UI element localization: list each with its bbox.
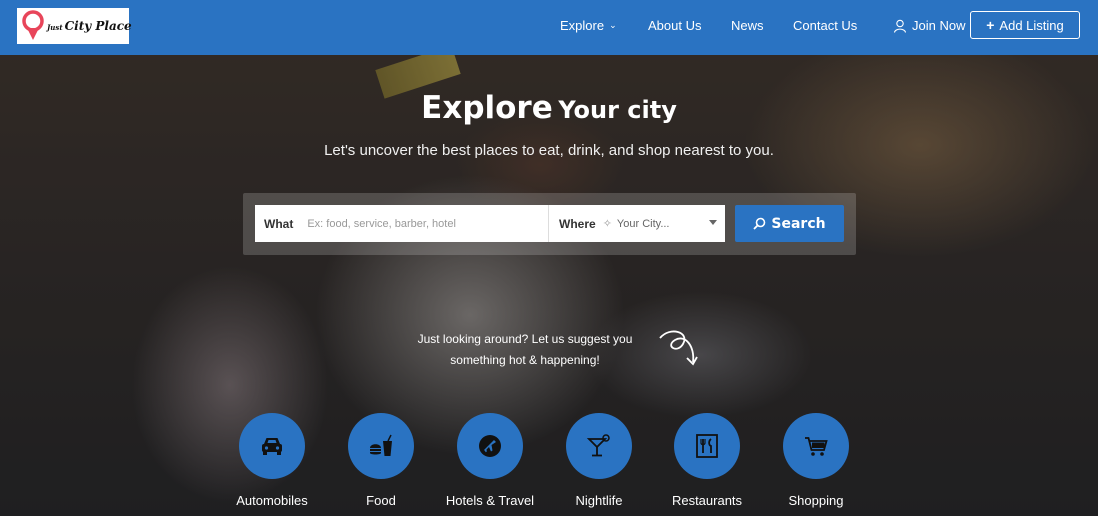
search-panel: What Where ✧ Your City... Search: [243, 193, 856, 255]
cart-icon: [805, 437, 828, 456]
where-value: Your City...: [616, 217, 670, 230]
add-listing-button[interactable]: + Add Listing: [970, 11, 1080, 39]
logo-text: Just City Place: [47, 19, 132, 33]
category-automobiles[interactable]: Automobiles: [217, 413, 327, 508]
top-navbar: Just City Place Explore ⌄ About Us News …: [0, 0, 1098, 55]
suggest-text: Just looking around? Let us suggest you …: [417, 332, 633, 367]
search-icon: [753, 217, 766, 230]
crosshair-icon: ✧: [602, 218, 612, 230]
hero-section: Explore Your city Let's uncover the best…: [0, 55, 1098, 516]
nav-about-us[interactable]: About Us: [648, 18, 701, 33]
hero-subtitle: Let's uncover the best places to eat, dr…: [324, 142, 774, 159]
nav-contact-us[interactable]: Contact Us: [793, 18, 857, 33]
site-logo[interactable]: Just City Place: [17, 8, 132, 44]
burger-drink-icon: [370, 434, 392, 456]
nav-explore[interactable]: Explore ⌄: [560, 18, 617, 33]
category-shopping[interactable]: Shopping: [761, 413, 871, 508]
what-input[interactable]: [307, 217, 538, 230]
category-hotels-travel[interactable]: Hotels & Travel: [435, 413, 545, 508]
category-nightlife[interactable]: Nightlife: [544, 413, 654, 508]
nav-news[interactable]: News: [731, 18, 764, 33]
where-label: Where: [559, 216, 596, 231]
cocktail-icon: [586, 434, 610, 457]
plus-icon: +: [986, 17, 995, 33]
hero-title: Explore Your city: [421, 90, 677, 126]
search-button[interactable]: Search: [735, 205, 844, 242]
car-icon: [262, 438, 282, 455]
what-label: What: [264, 216, 294, 231]
swirl-arrow-icon: [659, 330, 698, 366]
category-list: Automobiles Food Hotels & Travel Nightli…: [0, 413, 1098, 516]
map-pin-icon: [21, 10, 45, 42]
chevron-down-icon: ⌄: [609, 20, 617, 30]
plane-icon: [479, 435, 501, 457]
utensils-icon: [696, 434, 718, 458]
search-form: What Where ✧ Your City...: [255, 205, 725, 242]
where-select[interactable]: Where ✧ Your City...: [549, 205, 725, 242]
category-restaurants[interactable]: Restaurants: [652, 413, 762, 508]
caret-down-icon: [709, 220, 717, 225]
user-icon: [893, 19, 907, 33]
join-now-link[interactable]: Join Now: [893, 18, 965, 33]
category-food[interactable]: Food: [326, 413, 436, 508]
